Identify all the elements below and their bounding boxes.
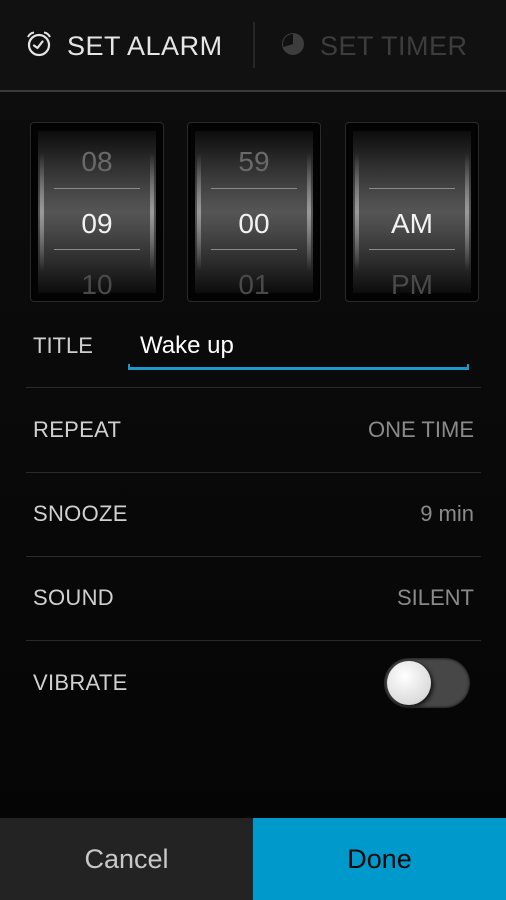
snooze-label: SNOOZE	[33, 501, 128, 526]
vibrate-toggle-knob[interactable]	[387, 661, 431, 705]
done-button[interactable]: Done	[253, 818, 506, 900]
sound-label: SOUND	[33, 585, 114, 610]
snooze-value: 9 min	[420, 501, 474, 526]
repeat-row[interactable]: REPEAT ONE TIME	[26, 388, 481, 473]
tab-set-timer[interactable]: SET TIMER	[280, 20, 468, 72]
hour-picker[interactable]: 08 09 10	[30, 122, 164, 302]
footer-actions: Cancel Done	[0, 818, 506, 900]
minute-next[interactable]: 01	[195, 269, 313, 301]
tab-set-alarm-label: SET ALARM	[67, 30, 223, 61]
tab-bar: SET ALARM SET TIMER	[0, 0, 506, 90]
snooze-row[interactable]: SNOOZE 9 min	[26, 472, 481, 557]
period-picker[interactable]: AM PM	[345, 122, 479, 302]
title-input[interactable]	[128, 327, 480, 365]
cancel-button[interactable]: Cancel	[0, 818, 253, 900]
hour-next[interactable]: 10	[38, 269, 156, 301]
hour-current: 09	[81, 208, 113, 239]
minute-picker[interactable]: 59 00 01	[187, 122, 321, 302]
tab-divider	[253, 22, 255, 68]
sound-row[interactable]: SOUND SILENT	[26, 556, 481, 641]
period-next[interactable]: PM	[353, 269, 471, 301]
vibrate-label: VIBRATE	[33, 670, 128, 695]
tab-set-alarm[interactable]: SET ALARM	[25, 20, 223, 72]
timer-icon	[280, 31, 306, 62]
title-input-underline	[128, 364, 469, 370]
alarm-clock-icon	[25, 30, 53, 63]
title-label: TITLE	[33, 333, 93, 358]
hour-prev[interactable]: 08	[38, 146, 156, 178]
tab-set-timer-label: SET TIMER	[320, 30, 468, 61]
vibrate-row: VIBRATE	[26, 641, 481, 725]
period-current: AM	[391, 208, 433, 239]
vibrate-toggle[interactable]	[384, 658, 470, 708]
repeat-value: ONE TIME	[368, 417, 474, 442]
minute-prev[interactable]: 59	[195, 146, 313, 178]
minute-current: 00	[238, 208, 270, 239]
sound-value: SILENT	[396, 585, 474, 610]
repeat-label: REPEAT	[33, 417, 122, 442]
title-row: TITLE	[26, 305, 481, 388]
